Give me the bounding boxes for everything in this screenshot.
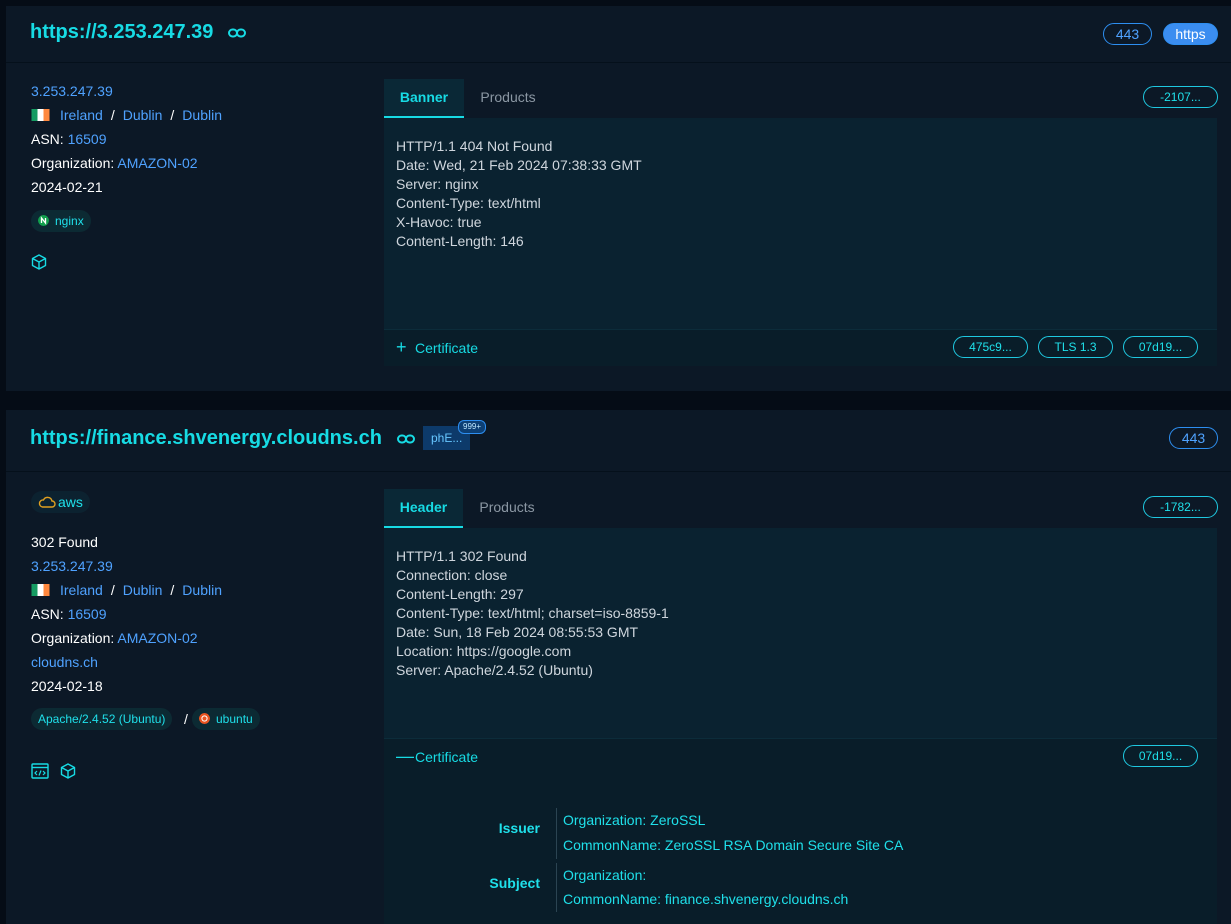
tls-version-pill[interactable]: TLS 1.3 [1038, 336, 1113, 358]
cloud-provider-chip[interactable]: aws [31, 491, 90, 513]
host-info: 3.253.247.39 Ireland / Dublin / Dublin ASN: … [31, 79, 222, 199]
code-window-icon[interactable] [31, 763, 49, 779]
tab-products[interactable]: Products [463, 489, 551, 526]
issuer-divider [556, 808, 557, 859]
server-chip[interactable]: Apache/2.4.52 (Ubuntu) [31, 708, 173, 730]
card-header: https://finance.shvenergy.cloudns.ch phE… [6, 410, 1231, 472]
location: Ireland / Dublin / Dublin [31, 103, 222, 127]
ip-link[interactable]: 3.253.247.39 [31, 83, 113, 99]
result-card: https://finance.shvenergy.cloudns.ch phE… [6, 410, 1231, 924]
result-url-link[interactable]: https://3.253.247.39 [30, 21, 213, 44]
cube-icon[interactable] [31, 254, 47, 270]
certificate-bar: + Certificate 475c9... TLS 1.3 07d19... [384, 329, 1217, 366]
org-link[interactable]: AMAZON-02 [117, 155, 197, 171]
tag-count-badge: 999+ [458, 420, 487, 434]
country-link[interactable]: Ireland [60, 107, 103, 123]
cert-serial-pill[interactable]: 07d19... [1123, 745, 1198, 767]
response-panel: Banner Products -2107... HTTP/1.1 404 No… [384, 79, 1218, 366]
scan-date: 2024-02-21 [31, 179, 103, 195]
header-text: HTTP/1.1 302 Found Connection: close Con… [396, 548, 669, 678]
certificate-bar: —Certificate 07d19... [384, 738, 1217, 775]
nginx-icon [38, 215, 49, 226]
minus-icon: — [396, 746, 414, 766]
tab-bar: Banner Products -2107... [384, 79, 1218, 118]
country-link[interactable]: Ireland [60, 582, 103, 598]
subject-org: Organization: [563, 867, 647, 883]
subject-label: Subject [489, 875, 540, 891]
asn-label: ASN: [31, 131, 64, 147]
org-link[interactable]: AMAZON-02 [117, 630, 197, 646]
certificate-details: Issuer Organization: ZeroSSL CommonName:… [384, 775, 1217, 924]
city-link[interactable]: Dublin [182, 582, 222, 598]
ireland-flag-icon [31, 584, 50, 596]
issuer-org: Organization: ZeroSSL [563, 812, 706, 828]
certificate-toggle[interactable]: + Certificate [396, 338, 478, 358]
cube-icon[interactable] [60, 763, 76, 779]
region-link[interactable]: Dublin [123, 582, 163, 598]
tab-banner[interactable]: Banner [384, 79, 464, 118]
issuer-cn: CommonName: ZeroSSL RSA Domain Secure Si… [563, 837, 904, 853]
tab-products[interactable]: Products [464, 79, 552, 116]
card-header: https://3.253.247.39 443 https [6, 6, 1231, 63]
os-chip[interactable]: ubuntu [192, 708, 260, 730]
asn-link[interactable]: 16509 [68, 606, 107, 622]
link-icon[interactable] [228, 28, 246, 38]
cert-serial-pill[interactable]: 07d19... [1123, 336, 1198, 358]
http-status: 302 Found [31, 534, 98, 550]
org-label: Organization: [31, 155, 115, 171]
tab-bar: Header Products -1782... [384, 489, 1218, 528]
result-url-link[interactable]: https://finance.shvenergy.cloudns.ch [30, 427, 382, 450]
hash-pill[interactable]: -2107... [1143, 86, 1218, 108]
banner-text: HTTP/1.1 404 Not Found Date: Wed, 21 Feb… [396, 138, 642, 249]
protocol-badge[interactable]: https [1163, 23, 1218, 45]
certificate-toggle[interactable]: —Certificate [396, 747, 478, 767]
ubuntu-icon [199, 713, 210, 724]
result-card: https://3.253.247.39 443 https 3.253.247… [6, 6, 1231, 391]
plus-icon: + [396, 337, 407, 357]
tech-separator: / [184, 711, 188, 727]
asn-link[interactable]: 16509 [68, 131, 107, 147]
port-badge[interactable]: 443 [1169, 427, 1218, 449]
technology-chip[interactable]: nginx [31, 210, 91, 232]
ireland-flag-icon [31, 109, 50, 121]
host-info: 302 Found 3.253.247.39 Ireland / Dublin / Du… [31, 530, 222, 698]
domain-link[interactable]: cloudns.ch [31, 654, 98, 670]
tab-header[interactable]: Header [384, 489, 463, 528]
port-badge[interactable]: 443 [1103, 23, 1152, 45]
scan-date: 2024-02-18 [31, 678, 103, 694]
response-panel: Header Products -1782... HTTP/1.1 302 Fo… [384, 489, 1218, 924]
city-link[interactable]: Dublin [182, 107, 222, 123]
issuer-label: Issuer [498, 820, 540, 836]
location: Ireland / Dublin / Dublin [31, 578, 222, 602]
cloud-icon [38, 496, 56, 508]
link-icon[interactable] [397, 434, 415, 444]
cert-hash-pill[interactable]: 475c9... [953, 336, 1028, 358]
subject-divider [556, 863, 557, 912]
ip-link[interactable]: 3.253.247.39 [31, 558, 113, 574]
org-label: Organization: [31, 630, 115, 646]
hash-pill[interactable]: -1782... [1143, 496, 1218, 518]
asn-label: ASN: [31, 606, 64, 622]
region-link[interactable]: Dublin [123, 107, 163, 123]
subject-cn: CommonName: finance.shvenergy.cloudns.ch [563, 891, 849, 907]
